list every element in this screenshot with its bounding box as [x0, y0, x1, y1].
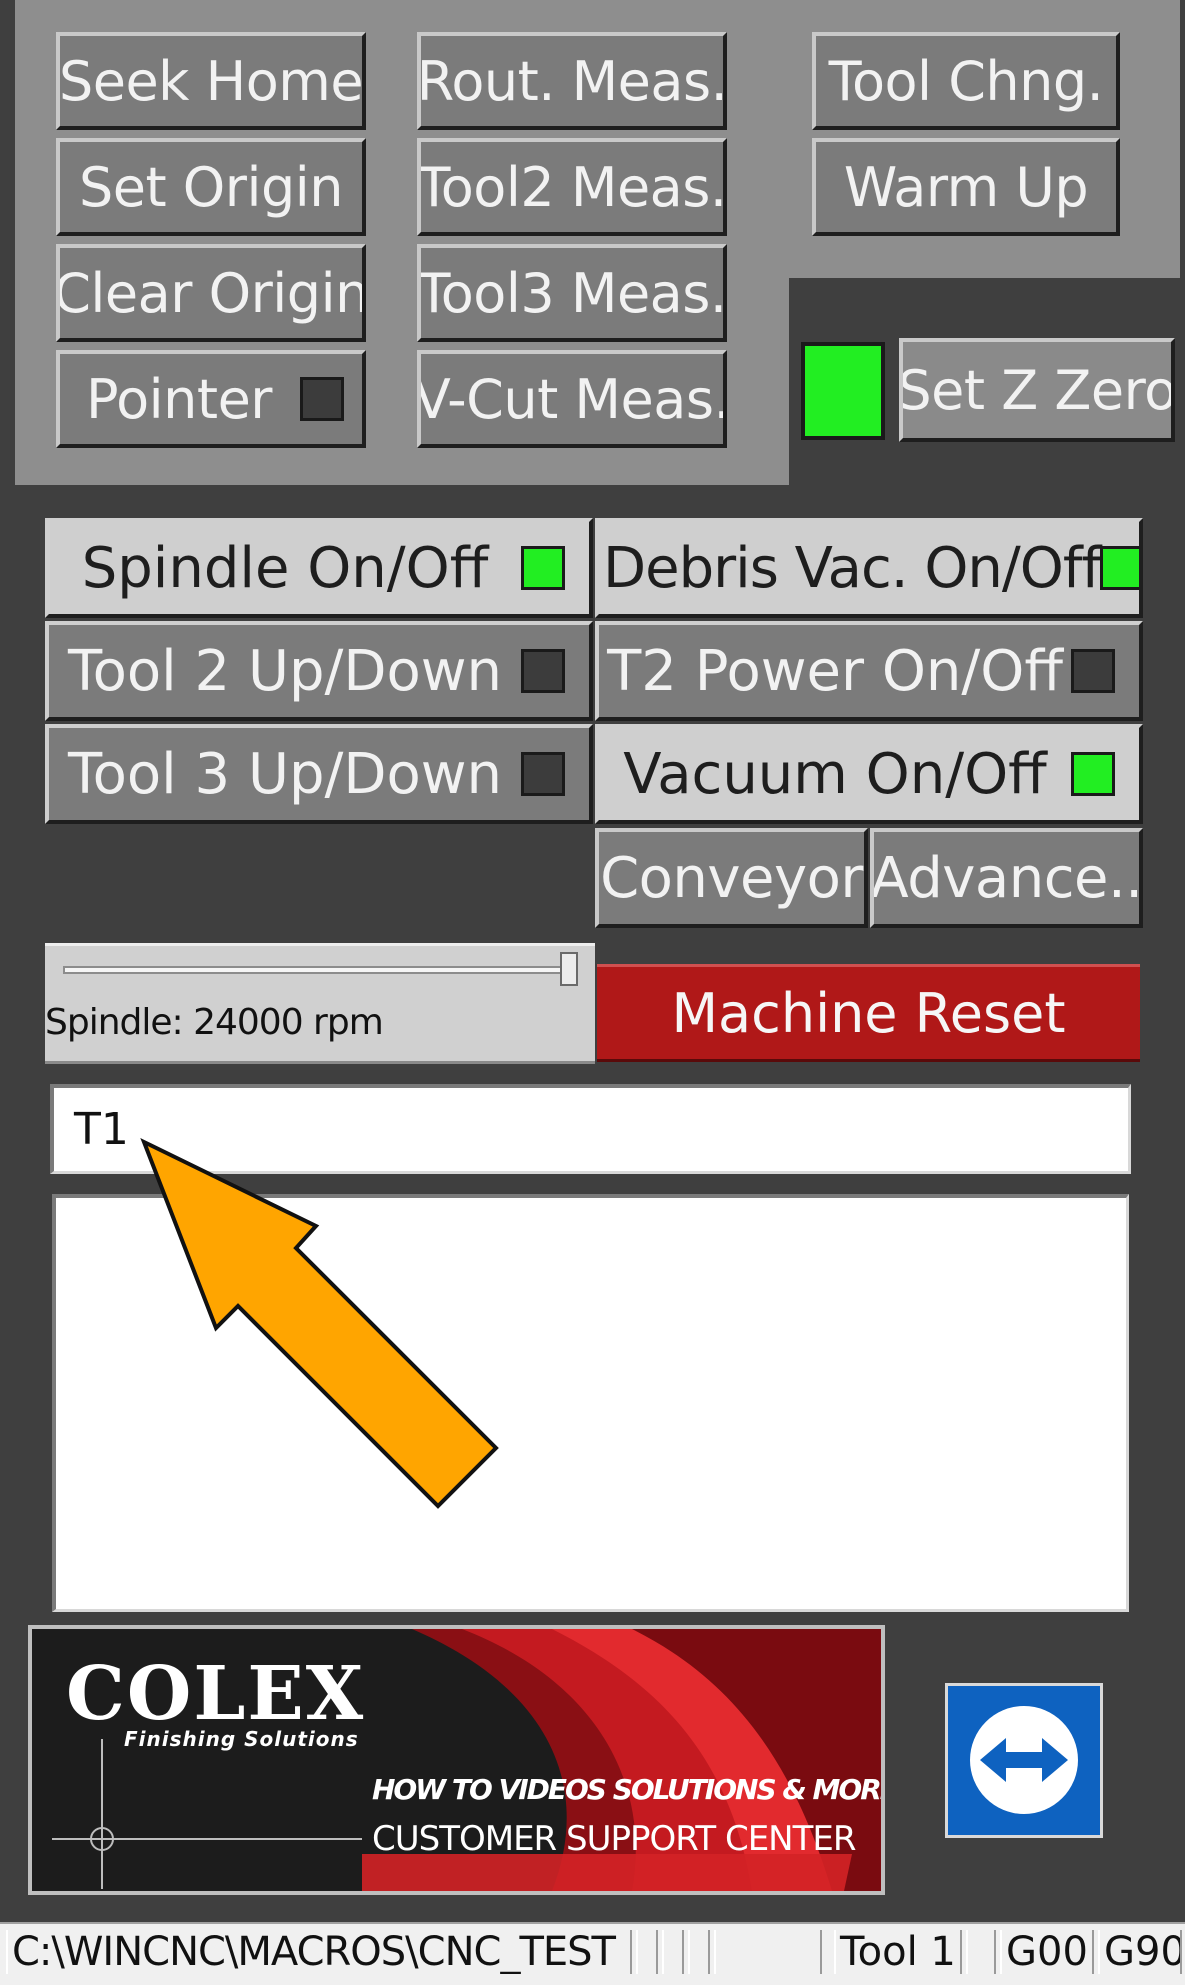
vacuum-label: Vacuum On/Off	[623, 741, 1047, 807]
set-z-zero-button[interactable]: Set Z Zero	[899, 338, 1175, 442]
z-zero-indicator	[801, 342, 885, 440]
spindle-speed-label: Spindle: 24000 rpm	[45, 1002, 384, 1043]
teamviewer-arrows	[970, 1706, 1078, 1814]
t2-power-label: T2 Power On/Off	[607, 638, 1063, 704]
tool3-updown-label: Tool 3 Up/Down	[67, 741, 503, 807]
status-tool: Tool 1	[834, 1930, 962, 1974]
debris-vac-toggle-label: Debris Vac. On/Off	[603, 535, 1101, 601]
seek-home-button[interactable]: Seek Home	[56, 32, 366, 130]
tool2-updown-indicator	[521, 649, 565, 693]
callout-arrow	[140, 1137, 499, 1509]
banner-line1: HOW TO VIDEOS SOLUTIONS & MORE	[372, 1773, 885, 1806]
spindle-toggle[interactable]: Spindle On/Off	[45, 518, 593, 618]
status-cell-empty-1	[636, 1930, 658, 1974]
warm-up-button[interactable]: Warm Up	[812, 138, 1120, 236]
tool3-meas-label: Tool3 Meas.	[417, 261, 727, 325]
tool-change-button[interactable]: Tool Chng.	[812, 32, 1120, 130]
conveyor-label: Conveyor	[600, 845, 863, 911]
tool-change-label: Tool Chng.	[828, 49, 1104, 113]
banner-line2: CUSTOMER SUPPORT CENTER	[372, 1819, 856, 1859]
pointer-indicator	[300, 377, 345, 421]
colex-support-banner[interactable]: COLEX Finishing Solutions HOW TO VIDEOS …	[28, 1625, 885, 1895]
spindle-slider-thumb[interactable]	[560, 952, 578, 986]
spindle-indicator	[521, 546, 565, 590]
pointer-label: Pointer	[86, 367, 273, 431]
status-cell-empty-5	[966, 1930, 996, 1974]
advance-label: Advance..	[870, 845, 1143, 911]
clear-origin-label: Clear Origin	[56, 261, 366, 325]
set-z-zero-label: Set Z Zero	[899, 358, 1175, 422]
set-origin-label: Set Origin	[78, 155, 344, 219]
clear-origin-button[interactable]: Clear Origin	[56, 244, 366, 342]
tool3-updown-indicator	[521, 752, 565, 796]
spindle-speed-panel: Spindle: 24000 rpm	[45, 943, 595, 1064]
rout-meas-button[interactable]: Rout. Meas.	[417, 32, 727, 130]
tool2-meas-label: Tool2 Meas.	[417, 155, 727, 219]
debris-vac-indicator	[1100, 546, 1139, 590]
spindle-toggle-label: Spindle On/Off	[81, 535, 489, 601]
pointer-button[interactable]: Pointer	[56, 350, 366, 448]
advance-button[interactable]: Advance..	[870, 828, 1143, 928]
status-bar: C:\WINCNC\MACROS\CNC_TEST Tool 1 G00 G90	[0, 1922, 1185, 1985]
rout-meas-label: Rout. Meas.	[417, 49, 727, 113]
machine-reset-button[interactable]: Machine Reset	[597, 964, 1140, 1062]
tool3-meas-button[interactable]: Tool3 Meas.	[417, 244, 727, 342]
tool2-meas-button[interactable]: Tool2 Meas.	[417, 138, 727, 236]
status-cell-empty-4	[714, 1930, 822, 1974]
t2-power-toggle[interactable]: T2 Power On/Off	[595, 621, 1143, 721]
machine-reset-label: Machine Reset	[671, 981, 1066, 1045]
tool2-updown-label: Tool 2 Up/Down	[67, 638, 503, 704]
vcut-meas-label: V-Cut Meas.	[417, 367, 727, 431]
vcut-meas-button[interactable]: V-Cut Meas.	[417, 350, 727, 448]
warm-up-label: Warm Up	[843, 155, 1089, 219]
status-mode-2: G90	[1098, 1930, 1182, 1974]
tool3-updown-toggle[interactable]: Tool 3 Up/Down	[45, 724, 593, 824]
tool2-updown-toggle[interactable]: Tool 2 Up/Down	[45, 621, 593, 721]
status-cell-empty-2	[662, 1930, 684, 1974]
set-origin-button[interactable]: Set Origin	[56, 138, 366, 236]
t2-power-indicator	[1071, 649, 1115, 693]
banner-tagline: Finishing Solutions	[124, 1727, 359, 1751]
seek-home-label: Seek Home	[58, 49, 364, 113]
spindle-slider-track[interactable]	[63, 966, 578, 974]
banner-brand: COLEX	[66, 1651, 366, 1737]
conveyor-button[interactable]: Conveyor	[595, 828, 868, 928]
vacuum-indicator	[1071, 752, 1115, 796]
teamviewer-icon[interactable]	[945, 1683, 1103, 1838]
vacuum-toggle[interactable]: Vacuum On/Off	[595, 724, 1143, 824]
status-path: C:\WINCNC\MACROS\CNC_TEST	[6, 1930, 632, 1974]
status-cell-empty-3	[688, 1930, 710, 1974]
debris-vac-toggle[interactable]: Debris Vac. On/Off	[595, 518, 1143, 618]
status-mode-1: G00	[1000, 1930, 1094, 1974]
